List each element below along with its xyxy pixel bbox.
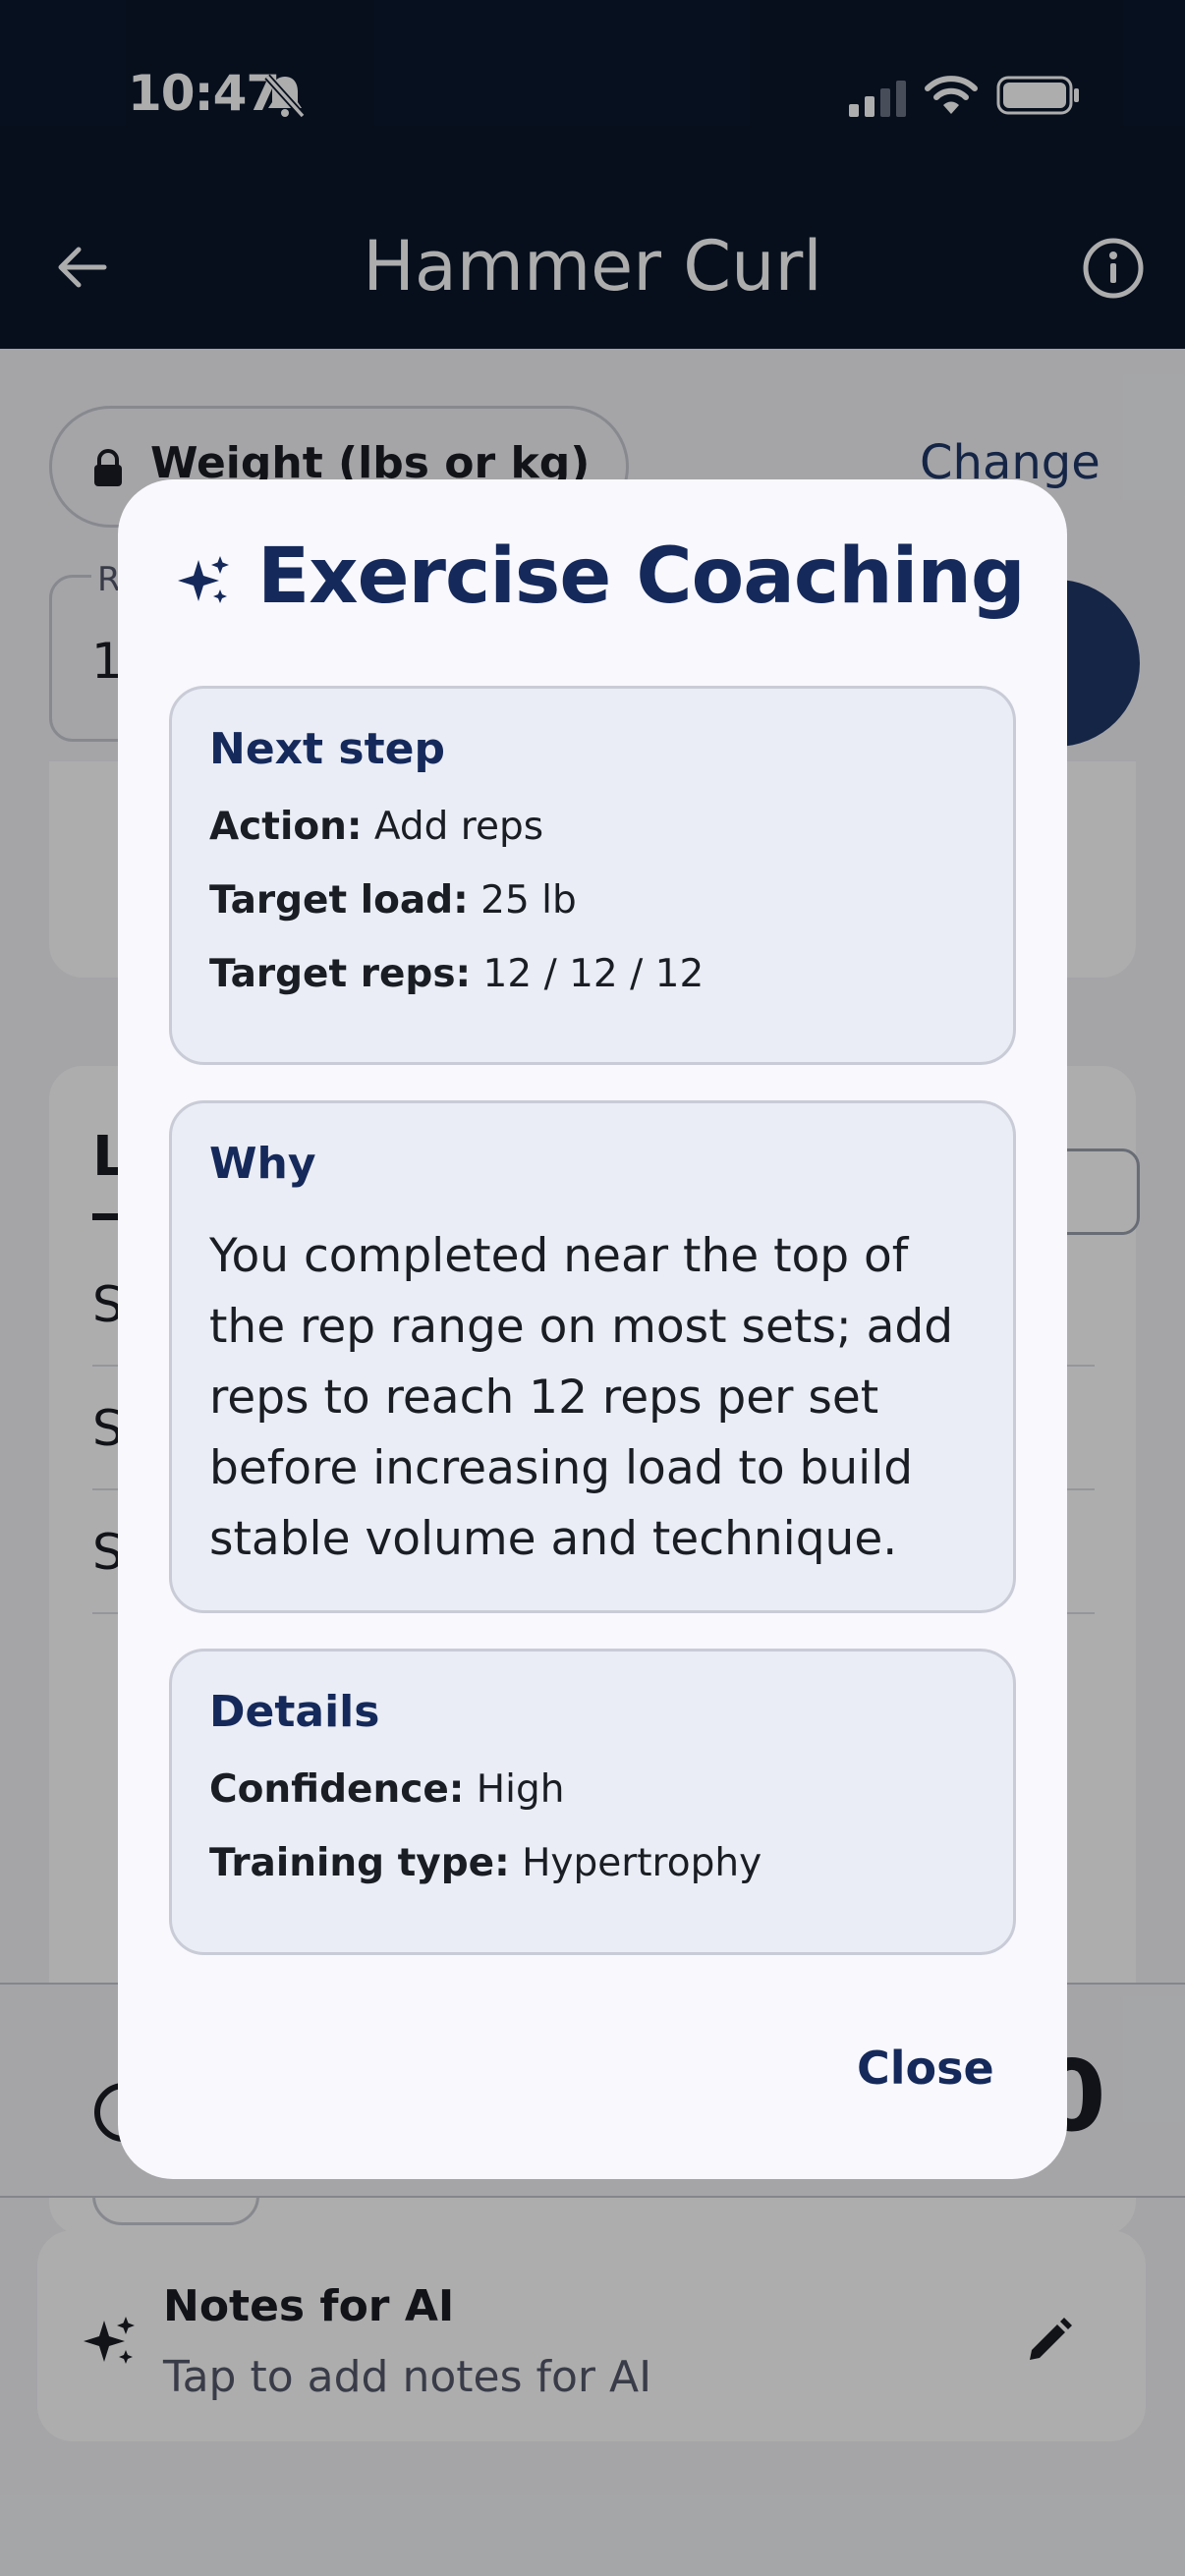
target-load-row: Target load: 25 lb [209,878,577,923]
why-explanation: You completed near the top of the rep ra… [209,1229,954,1566]
next-step-section: Next step Action: Add reps Target load: … [169,686,1016,1065]
details-section: Details Confidence: High Training type: … [169,1649,1016,1955]
exercise-coaching-dialog: Exercise Coaching Next step Action: Add … [118,479,1067,2179]
action-row: Action: Add reps [209,805,544,849]
dialog-title: Exercise Coaching [257,532,1026,621]
training-type-row: Training type: Hypertrophy [209,1841,762,1885]
details-heading: Details [209,1687,380,1737]
target-reps-row: Target reps: 12 / 12 / 12 [209,952,705,996]
close-button[interactable]: Close [857,2042,994,2095]
next-step-heading: Next step [209,724,445,774]
why-heading: Why [209,1139,316,1189]
confidence-row: Confidence: High [209,1767,565,1812]
why-section: Why You completed near the top of the re… [169,1100,1016,1613]
sparkle-icon [178,556,229,603]
